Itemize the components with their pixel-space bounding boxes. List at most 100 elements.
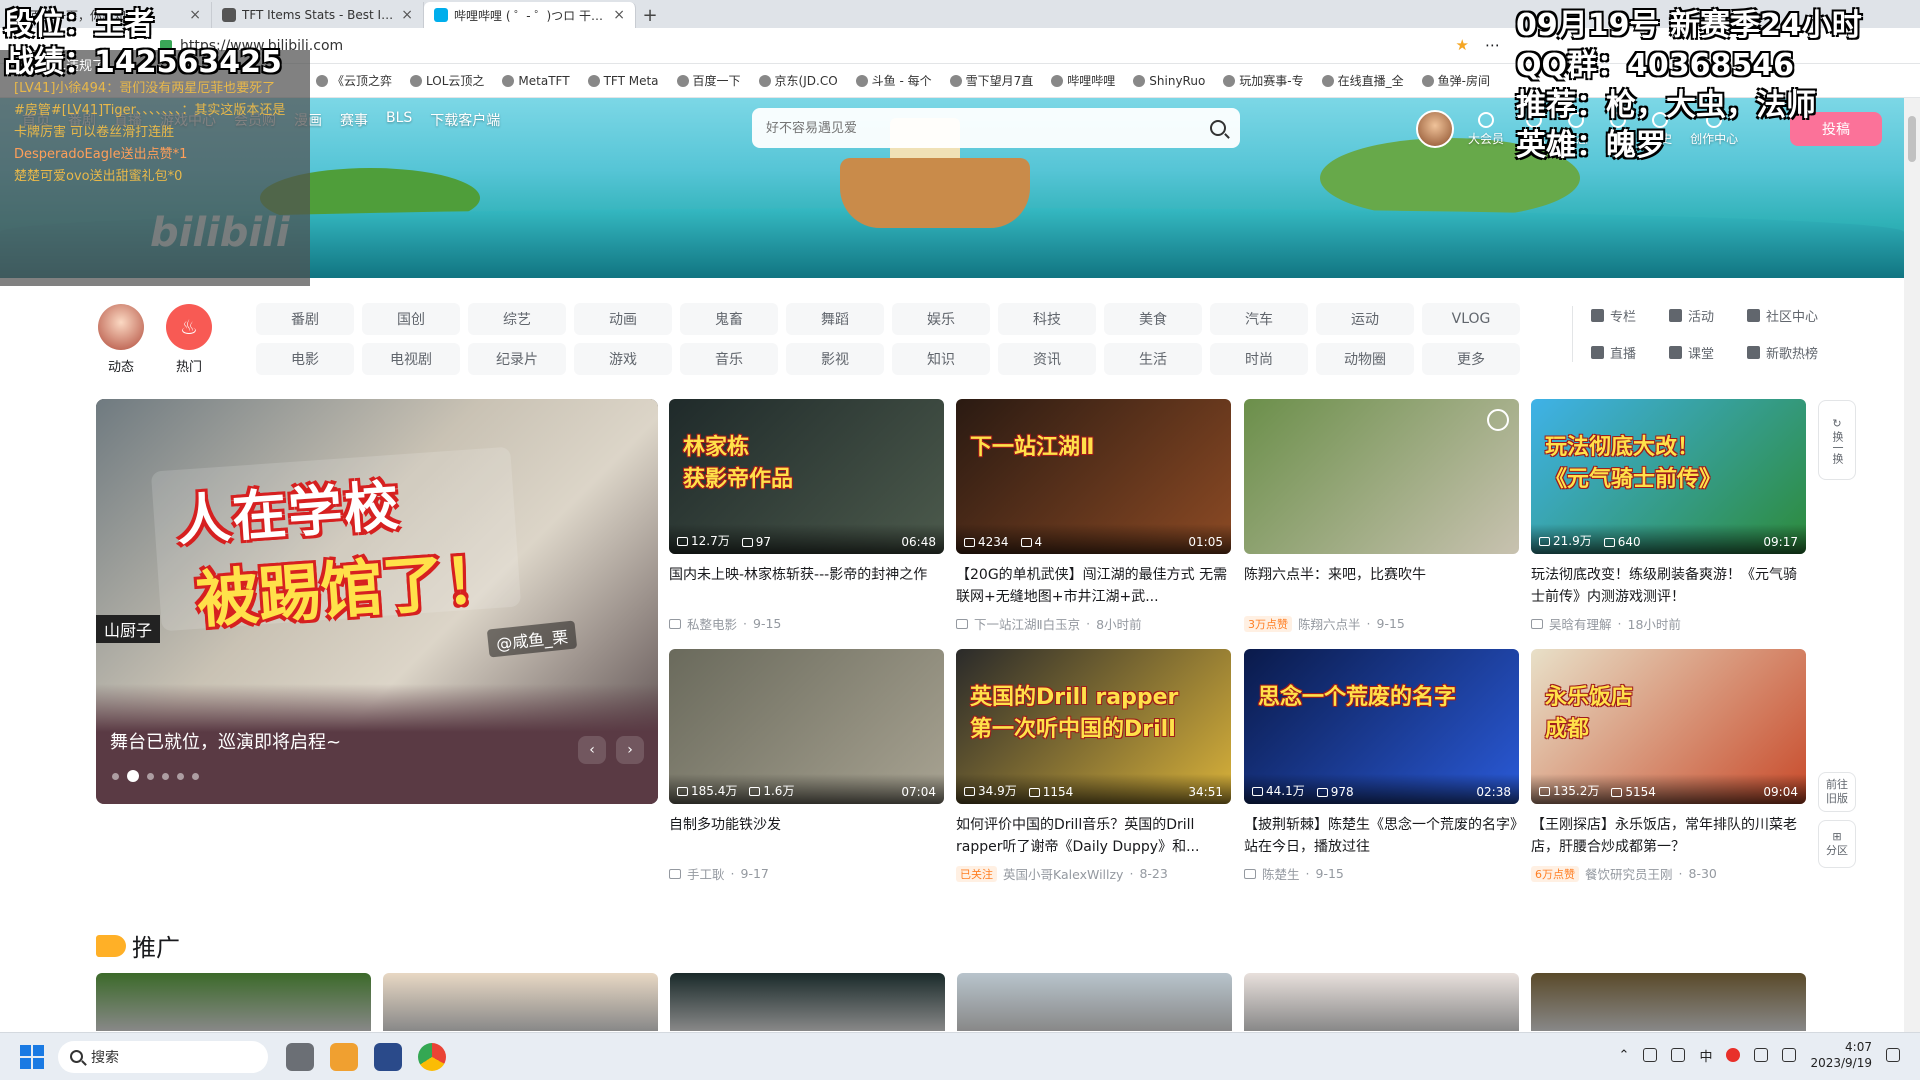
bookmark-item[interactable]: TFT Meta: [582, 74, 665, 88]
volume-icon[interactable]: [1782, 1048, 1797, 1062]
scroll-thumb[interactable]: [1908, 116, 1916, 162]
uploader-name[interactable]: 陈楚生: [1262, 864, 1300, 883]
channel-button[interactable]: 汽车: [1210, 303, 1308, 335]
video-card[interactable]: 英国的Drill rapper 第一次听中国的Drill 34.9万 1154 34:…: [956, 649, 1231, 883]
video-thumbnail[interactable]: 玩法彻底大改！ 《元气骑士前传》 21.9万 640 09:17: [1531, 399, 1806, 554]
tray-app-icon[interactable]: [1643, 1048, 1658, 1062]
video-card[interactable]: 永乐饭店 成都 135.2万 5154 09:04 【王刚探店】永乐饭店，常年排队的川菜…: [1531, 649, 1806, 883]
video-thumbnail[interactable]: 林家栋 获影帝作品 12.7万 97 06:48: [669, 399, 944, 554]
video-thumbnail[interactable]: 英国的Drill rapper 第一次听中国的Drill 34.9万 1154 34:…: [956, 649, 1231, 804]
goto-old-version-button[interactable]: 前往旧版: [1818, 772, 1856, 812]
more-icon[interactable]: ⋯: [1485, 36, 1500, 54]
nav-link[interactable]: 赛事: [340, 110, 368, 130]
channel-button[interactable]: 美食: [1104, 303, 1202, 335]
user-avatar[interactable]: [1416, 110, 1454, 148]
search-icon[interactable]: [1210, 120, 1226, 136]
channel-side-link[interactable]: 专栏: [1591, 306, 1669, 325]
windows-start-icon[interactable]: [20, 1044, 44, 1069]
carousel-dot[interactable]: [127, 770, 139, 782]
channel-button[interactable]: 番剧: [256, 303, 354, 335]
app-icon-2[interactable]: [374, 1042, 402, 1071]
video-card[interactable]: 185.4万 1.6万 07:04 自制多功能铁沙发 手工耿 · 9-17: [669, 649, 944, 883]
video-title[interactable]: 【20G的单机武侠】闯江湖的最佳方式 无需联网+无缝地图+市井江湖+武...: [956, 564, 1231, 608]
promo-thumbnail[interactable]: [383, 973, 658, 1031]
channel-side-link[interactable]: 课堂: [1669, 343, 1747, 362]
channel-button[interactable]: 电影: [256, 343, 354, 375]
carousel-dot[interactable]: [192, 772, 199, 780]
app-icon-1[interactable]: [330, 1042, 358, 1071]
video-title[interactable]: 玩法彻底改变！练级刷装备爽游！《元气骑士前传》内测游戏测评！: [1531, 564, 1806, 608]
promo-thumbnail[interactable]: [957, 973, 1232, 1031]
bookmark-star-icon[interactable]: ★: [1456, 36, 1469, 54]
channel-button[interactable]: 运动: [1316, 303, 1414, 335]
channel-button[interactable]: 舞蹈: [786, 303, 884, 335]
carousel-dot[interactable]: [112, 772, 119, 780]
channel-button[interactable]: 知识: [892, 343, 990, 375]
new-tab-button[interactable]: +: [636, 2, 664, 28]
channel-button[interactable]: 国创: [362, 303, 460, 335]
bookmark-item[interactable]: 京东(JD.CO: [753, 72, 844, 89]
promo-thumbnail[interactable]: [96, 973, 371, 1031]
carousel-caption[interactable]: 舞台已就位，巡演即将启程~: [110, 728, 341, 754]
ime-indicator[interactable]: 中: [1699, 1046, 1712, 1065]
channel-button[interactable]: 鬼畜: [680, 303, 778, 335]
bookmark-item[interactable]: 《云顶之弈: [310, 72, 398, 89]
task-view-icon[interactable]: [286, 1042, 314, 1071]
search-box[interactable]: [752, 108, 1240, 148]
featured-carousel[interactable]: 人在学校 被踢馆了！ @咸鱼_栗 山厨子 舞台已就位，巡演即将启程~ ‹ ›: [96, 399, 658, 804]
bookmark-item[interactable]: 雪下望月7直: [944, 72, 1040, 89]
carousel-dot[interactable]: [162, 772, 169, 780]
channel-dynamic[interactable]: 动态: [98, 304, 144, 375]
uploader-name[interactable]: 下一站江湖Ⅱ白玉京: [974, 614, 1080, 633]
uploader-name[interactable]: 餐饮研究员王刚: [1585, 864, 1673, 883]
channel-button[interactable]: 综艺: [468, 303, 566, 335]
bookmark-item[interactable]: 百度一下: [671, 72, 747, 89]
channel-button[interactable]: 纪录片: [468, 343, 566, 375]
video-title[interactable]: 如何评价中国的Drill音乐？英国的Drill rapper听了谢帝《Daily…: [956, 814, 1231, 858]
uploader-name[interactable]: 英国小哥KalexWillzy: [1003, 864, 1123, 883]
video-title[interactable]: 自制多功能铁沙发: [669, 814, 944, 858]
promo-thumbnail[interactable]: [670, 973, 945, 1031]
browser-tab[interactable]: 哔哩哔哩 ( ゜- ゜)つロ 干杯~-bilibili ×: [424, 2, 636, 28]
nav-right-item[interactable]: 大会员: [1468, 112, 1504, 147]
notification-icon[interactable]: [1886, 1048, 1900, 1062]
video-thumbnail[interactable]: 下一站江湖Ⅱ 4234 4 01:05: [956, 399, 1231, 554]
tab-close-icon[interactable]: ×: [401, 7, 413, 23]
video-title[interactable]: 【披荆斩棘】陈楚生《思念一个荒废的名字》站在今日，播放过往: [1244, 814, 1519, 858]
video-title[interactable]: 【王刚探店】永乐饭店，常年排队的川菜老店，肝腰合炒成都第一？: [1531, 814, 1806, 858]
bookmark-item[interactable]: 在线直播_全: [1316, 72, 1410, 89]
promo-thumbnail[interactable]: [1244, 973, 1519, 1031]
bookmark-item[interactable]: 斗鱼 - 每个: [850, 72, 938, 89]
video-card[interactable]: 林家栋 获影帝作品 12.7万 97 06:48 国内未上映-林家栋斩获---影帝的封神…: [669, 399, 944, 633]
channel-button[interactable]: 动物圈: [1316, 343, 1414, 375]
refresh-feed-button[interactable]: ↻ 换一换: [1818, 400, 1856, 480]
video-title[interactable]: 国内未上映-林家栋斩获---影帝的封神之作: [669, 564, 944, 608]
channel-button[interactable]: 娱乐: [892, 303, 990, 335]
channel-button[interactable]: 音乐: [680, 343, 778, 375]
channel-button[interactable]: 更多: [1422, 343, 1520, 375]
chrome-icon[interactable]: [418, 1042, 446, 1071]
tab-close-icon[interactable]: ×: [613, 7, 625, 23]
bookmark-item[interactable]: 玩加赛事-专: [1217, 72, 1309, 89]
live-preview-icon[interactable]: [1487, 409, 1509, 431]
uploader-name[interactable]: 吴晗有理解: [1549, 614, 1612, 633]
channel-button[interactable]: 科技: [998, 303, 1096, 335]
video-title[interactable]: 陈翔六点半：来吧，比赛吹牛: [1244, 564, 1519, 608]
channel-side-link[interactable]: 直播: [1591, 343, 1669, 362]
bookmark-item[interactable]: 鱼弹-房间: [1416, 72, 1496, 89]
channel-side-link[interactable]: 活动: [1669, 306, 1747, 325]
video-card[interactable]: 下一站江湖Ⅱ 4234 4 01:05 【20G的单机武侠】闯江湖的最佳方式 无需联网+…: [956, 399, 1231, 633]
uploader-name[interactable]: 手工耿: [687, 864, 725, 883]
channel-hot[interactable]: ♨ 热门: [166, 304, 212, 375]
bookmark-item[interactable]: LOL云顶之: [404, 72, 490, 89]
taskbar-search[interactable]: 搜索: [58, 1040, 268, 1073]
bookmark-item[interactable]: 哔哩哔哩: [1045, 72, 1121, 89]
bookmark-item[interactable]: ShinyRuo: [1127, 74, 1211, 88]
carousel-next-button[interactable]: ›: [616, 736, 644, 764]
clock[interactable]: 4:07 2023/9/19: [1810, 1039, 1872, 1071]
video-thumbnail[interactable]: 思念一个荒废的名字 44.1万 978 02:38: [1244, 649, 1519, 804]
channel-button[interactable]: 影视: [786, 343, 884, 375]
carousel-dot[interactable]: [147, 772, 154, 780]
nav-link[interactable]: 下载客户端: [430, 110, 500, 130]
uploader-name[interactable]: 私整电影: [687, 614, 737, 633]
